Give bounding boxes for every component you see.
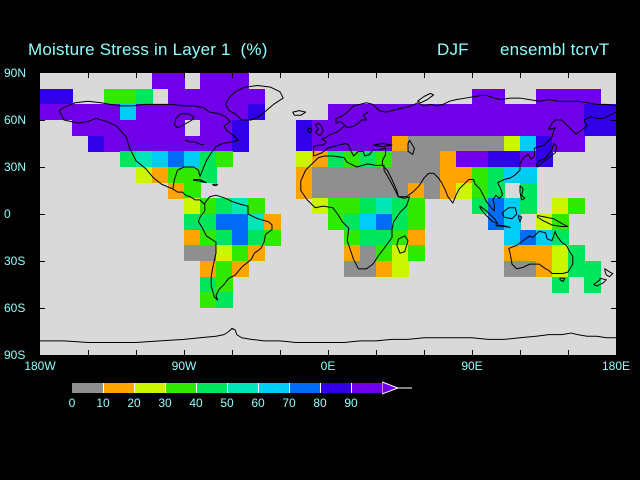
colorbar-segment	[165, 383, 196, 393]
lon-tick	[280, 350, 281, 355]
lon-tick	[568, 73, 569, 78]
colorbar-tick-label: 0	[68, 396, 76, 410]
y-axis-label: 90N	[4, 66, 27, 80]
lon-tick	[328, 73, 329, 78]
y-axis-label: 30N	[4, 160, 27, 174]
colorbar-tick-label: 70	[282, 396, 296, 410]
colorbar-separator	[351, 383, 352, 393]
colorbar-separator	[196, 383, 197, 393]
colorbar-tick-label: 50	[220, 396, 234, 410]
colorbar-tick-label: 40	[189, 396, 203, 410]
lon-tick	[88, 73, 89, 78]
lat-tick	[40, 214, 45, 215]
colorbar-segment	[134, 383, 165, 393]
lon-tick	[568, 350, 569, 355]
x-axis-label: 180E	[601, 359, 631, 373]
lon-tick	[136, 350, 137, 355]
lat-tick	[40, 308, 45, 309]
y-axis-label: 30S	[4, 254, 26, 268]
colorbar-tick-label: 90	[344, 396, 358, 410]
lat-tick	[611, 261, 616, 262]
lat-tick	[611, 214, 616, 215]
colorbar-segment	[227, 383, 258, 393]
colorbar-separator	[103, 383, 104, 393]
colorbar-separator	[227, 383, 228, 393]
y-axis-label: 0	[4, 207, 11, 221]
colorbar-tick-label: 10	[96, 396, 110, 410]
lat-tick	[40, 167, 45, 168]
lat-tick	[40, 120, 45, 121]
colorbar-segment	[351, 383, 382, 393]
colorbar-tick-label: 60	[251, 396, 265, 410]
x-axis-label: 90W	[171, 359, 197, 373]
lon-tick	[376, 350, 377, 355]
lat-tick	[611, 167, 616, 168]
colorbar-overflow-arrow-icon	[382, 381, 412, 395]
x-axis-label: 0E	[320, 359, 336, 373]
colorbar-separator	[320, 383, 321, 393]
y-axis-label: 60N	[4, 113, 27, 127]
plot-window: Moisture Stress in Layer 1 (%) DJF ensem…	[0, 0, 640, 480]
lon-tick	[328, 350, 329, 355]
lat-tick	[611, 120, 616, 121]
plot-title: Moisture Stress in Layer 1 (%)	[28, 40, 268, 59]
colorbar-segment	[103, 383, 134, 393]
coastlines	[40, 73, 616, 355]
x-axis-label: 180W	[24, 359, 56, 373]
lon-tick	[232, 350, 233, 355]
dataset-label: ensembl tcrvT	[500, 40, 610, 59]
colorbar-segment	[289, 383, 320, 393]
lat-tick	[611, 308, 616, 309]
colorbar-separator	[258, 383, 259, 393]
colorbar-segment	[196, 383, 227, 393]
lon-tick	[424, 73, 425, 78]
y-axis-label: 60S	[4, 301, 26, 315]
lon-tick	[376, 73, 377, 78]
lon-tick	[232, 73, 233, 78]
map-panel	[40, 73, 616, 355]
colorbar-separator	[165, 383, 166, 393]
lon-tick	[472, 73, 473, 78]
lon-tick	[184, 73, 185, 78]
colorbar-segment	[258, 383, 289, 393]
lon-tick	[88, 350, 89, 355]
lon-tick	[424, 350, 425, 355]
lat-tick	[40, 261, 45, 262]
colorbar-tick-label: 30	[158, 396, 172, 410]
colorbar-tick-label: 20	[127, 396, 141, 410]
lon-tick	[280, 73, 281, 78]
colorbar-separator	[289, 383, 290, 393]
lon-tick	[520, 73, 521, 78]
lon-tick	[520, 350, 521, 355]
colorbar-segment	[320, 383, 351, 393]
season-label: DJF	[437, 40, 469, 59]
lon-tick	[136, 73, 137, 78]
lon-tick	[184, 350, 185, 355]
x-axis-label: 90E	[461, 359, 483, 373]
colorbar-tick-label: 80	[313, 396, 327, 410]
colorbar-segment	[72, 383, 103, 393]
lon-tick	[472, 350, 473, 355]
colorbar-separator	[134, 383, 135, 393]
